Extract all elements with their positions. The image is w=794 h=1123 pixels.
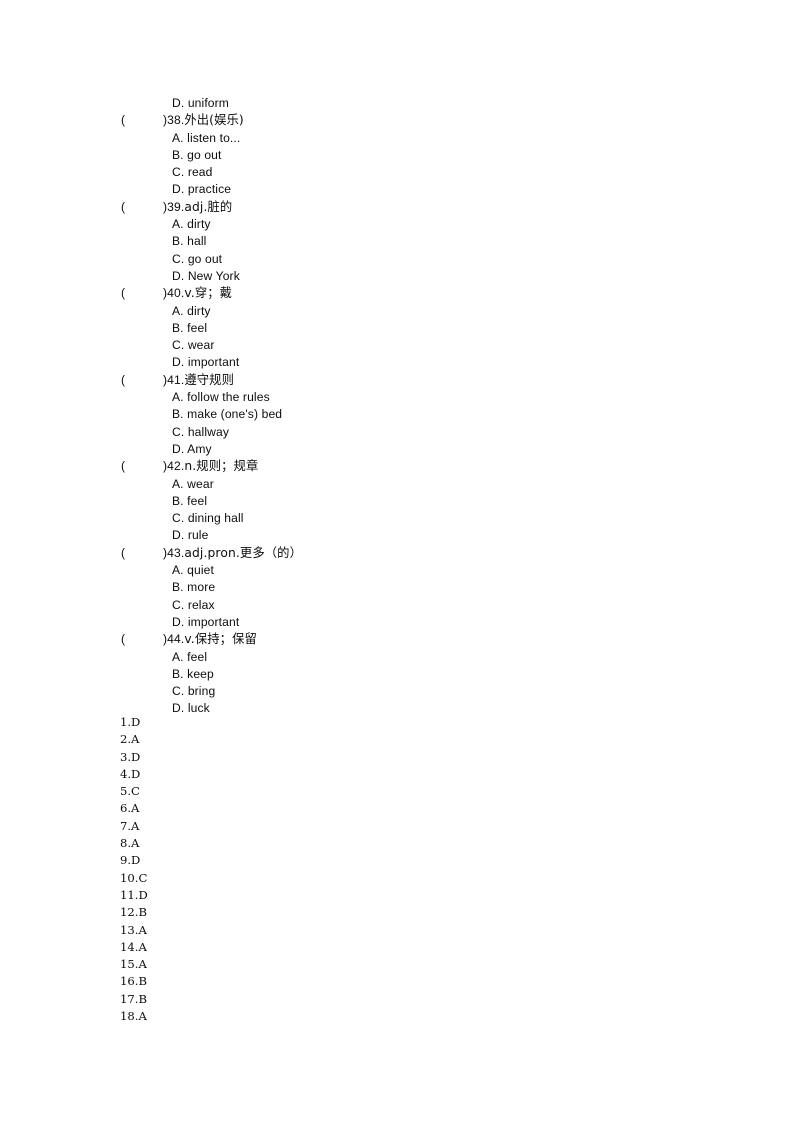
question-option[interactable]: C. dining hall [0, 510, 794, 527]
question-option[interactable]: B. go out [0, 147, 794, 164]
question-header: ()40.v.穿；戴 [0, 285, 794, 302]
answer-blank[interactable]: ( [121, 285, 163, 302]
question-option[interactable]: C. hallway [0, 424, 794, 441]
answer-blank[interactable]: ( [121, 112, 163, 129]
question-header: ()42.n.规则；规章 [0, 458, 794, 475]
answer-blank[interactable]: ( [121, 545, 163, 562]
document-page: D. uniform ()38.外出(娱乐) A. listen to... B. … [0, 0, 794, 1123]
question-option[interactable]: C. wear [0, 337, 794, 354]
answer-key-item: 10.C [120, 870, 148, 885]
answer-blank[interactable]: ( [121, 631, 163, 648]
question-option[interactable]: A. feel [0, 649, 794, 666]
answer-key-item: 2.A [120, 732, 140, 747]
answer-blank[interactable]: ( [121, 199, 163, 216]
question-header: ()38.外出(娱乐) [0, 112, 794, 129]
question-header: ()44.v.保持；保留 [0, 631, 794, 648]
question-option[interactable]: C. bring [0, 683, 794, 700]
question-stem: v.穿；戴 [184, 286, 233, 301]
answer-key-item: 9.D [120, 853, 141, 868]
question-option[interactable]: C. read [0, 164, 794, 181]
question-option[interactable]: B. feel [0, 320, 794, 337]
question-option[interactable]: D. Amy [0, 441, 794, 458]
question-stem: adj.脏的 [184, 199, 233, 214]
answer-key-item: 8.A [120, 836, 140, 851]
answer-key-item: 5.C [120, 784, 140, 799]
question-option[interactable]: A. quiet [0, 562, 794, 579]
answer-key-item: 15.A [120, 957, 147, 972]
answer-key-item: 11.D [120, 887, 148, 902]
question-list: D. uniform ()38.外出(娱乐) A. listen to... B. … [0, 95, 794, 718]
answer-key-item: 1.D [120, 715, 141, 729]
question-stem: 遵守规则 [184, 372, 235, 387]
question-number: 43. [167, 545, 185, 560]
question-option[interactable]: C. go out [0, 251, 794, 268]
answer-key-item: 16.B [120, 974, 147, 989]
question-stem: v.保持；保留 [184, 632, 257, 647]
question-option[interactable]: A. dirty [0, 216, 794, 233]
question-number: 41. [167, 372, 185, 387]
answer-key-item: 13.A [120, 922, 147, 937]
question-option[interactable]: B. make (one's) bed [0, 406, 794, 423]
answer-key-item: 18.A [120, 1009, 147, 1024]
answer-key-item: 12.B [120, 905, 147, 920]
question-option[interactable]: B. keep [0, 666, 794, 683]
question-number: 39. [167, 199, 185, 214]
question-header: ()39.adj.脏的 [0, 199, 794, 216]
answer-key-list: 1.D 2.A 3.D 4.D 5.C 6.A 7.A 8.A 9.D 10.C 11.D 12.B 1… [0, 714, 794, 1025]
answer-key-item: 17.B [120, 991, 147, 1006]
question-option[interactable]: A. listen to... [0, 130, 794, 147]
answer-key-item: 7.A [120, 818, 140, 833]
question-option[interactable]: B. feel [0, 493, 794, 510]
answer-key-item: 6.A [120, 801, 140, 816]
question-number: 38. [167, 113, 185, 128]
question-number: 40. [167, 286, 185, 301]
question-stem: adj.pron.更多（的） [184, 545, 303, 560]
question-option[interactable]: D. practice [0, 181, 794, 198]
question-option[interactable]: D. important [0, 354, 794, 371]
question-number: 42. [167, 459, 185, 474]
question-option[interactable]: A. dirty [0, 303, 794, 320]
question-option[interactable]: B. more [0, 579, 794, 596]
question-option[interactable]: D. New York [0, 268, 794, 285]
answer-key-item: 3.D [120, 749, 141, 764]
orphan-option: D. uniform [172, 96, 229, 110]
question-number: 44. [167, 632, 185, 647]
question-stem: 外出(娱乐) [184, 113, 244, 128]
answer-blank[interactable]: ( [121, 458, 163, 475]
question-option[interactable]: D. important [0, 614, 794, 631]
question-option[interactable]: C. relax [0, 597, 794, 614]
answer-blank[interactable]: ( [121, 372, 163, 389]
question-option[interactable]: B. hall [0, 233, 794, 250]
question-stem: n.规则；规章 [184, 459, 259, 474]
question-option[interactable]: D. rule [0, 527, 794, 544]
question-header: ()43.adj.pron.更多（的） [0, 545, 794, 562]
answer-key-item: 4.D [120, 766, 141, 781]
question-option[interactable]: A. follow the rules [0, 389, 794, 406]
question-header: ()41.遵守规则 [0, 372, 794, 389]
answer-key-item: 14.A [120, 939, 147, 954]
question-option[interactable]: A. wear [0, 476, 794, 493]
